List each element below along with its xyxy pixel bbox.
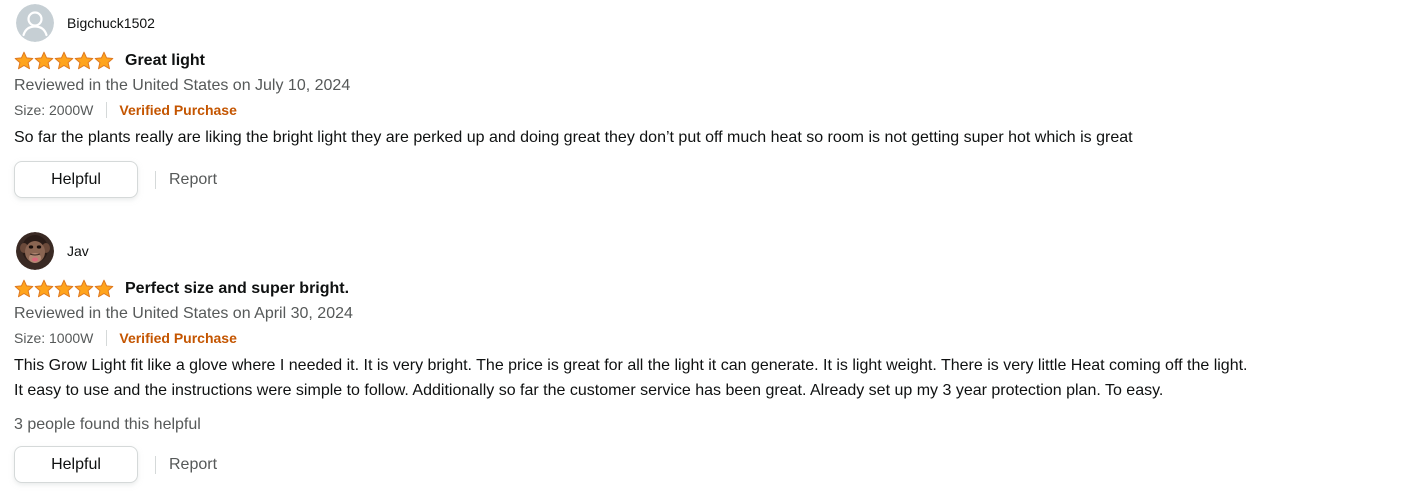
verified-purchase-badge: Verified Purchase bbox=[119, 102, 237, 118]
star-icon bbox=[54, 279, 74, 298]
review-date: Reviewed in the United States on April 3… bbox=[14, 305, 353, 322]
helpful-button[interactable]: Helpful bbox=[14, 161, 138, 198]
star-icon bbox=[14, 279, 34, 298]
star-icon bbox=[54, 51, 74, 70]
reviewer-profile[interactable]: Bigchuck1502 bbox=[14, 4, 1414, 42]
size-label[interactable]: Size: 2000W bbox=[14, 102, 93, 118]
review-body-line: So far the plants really are liking the … bbox=[14, 129, 1133, 146]
verified-purchase-badge: Verified Purchase bbox=[119, 330, 237, 346]
star-icon bbox=[34, 279, 54, 298]
reviewer-name[interactable]: Bigchuck1502 bbox=[67, 4, 155, 42]
star-icon bbox=[14, 51, 34, 70]
star-icon bbox=[74, 51, 94, 70]
report-link[interactable]: Report bbox=[169, 171, 217, 189]
star-rating[interactable] bbox=[14, 51, 114, 71]
review-title[interactable]: Great light bbox=[125, 50, 205, 72]
star-rating[interactable] bbox=[14, 279, 114, 299]
review-item: Bigchuck1502 Great light Reviewed in the… bbox=[14, 4, 1414, 198]
reviewer-profile[interactable]: Jav bbox=[14, 232, 1414, 270]
review-actions: Helpful Report bbox=[14, 446, 1414, 483]
report-link[interactable]: Report bbox=[169, 456, 217, 474]
review-body: So far the plants really are liking the … bbox=[14, 125, 1414, 150]
divider bbox=[155, 455, 156, 474]
review-title[interactable]: Perfect size and super bright. bbox=[125, 278, 349, 300]
review-date: Reviewed in the United States on July 10… bbox=[14, 77, 351, 94]
review-item: Jav Perfect size and super bright. Revie… bbox=[14, 232, 1414, 483]
helpful-button[interactable]: Helpful bbox=[14, 446, 138, 483]
star-icon bbox=[74, 279, 94, 298]
review-body: This Grow Light fit like a glove where I… bbox=[14, 353, 1414, 403]
review-body-line: This Grow Light fit like a glove where I… bbox=[14, 357, 1248, 374]
star-icon bbox=[94, 51, 114, 70]
review-format: Size: 1000W Verified Purchase bbox=[14, 328, 1414, 348]
divider bbox=[155, 170, 156, 189]
review-title-row: Perfect size and super bright. bbox=[14, 278, 1414, 300]
review-body-line: It easy to use and the instructions were… bbox=[14, 382, 1164, 399]
default-user-avatar-icon[interactable] bbox=[16, 4, 54, 42]
divider bbox=[106, 102, 108, 118]
review-title-row: Great light bbox=[14, 50, 1414, 72]
review-actions: Helpful Report bbox=[14, 161, 1414, 198]
divider bbox=[106, 330, 108, 346]
star-icon bbox=[34, 51, 54, 70]
reviewer-name[interactable]: Jav bbox=[67, 232, 89, 270]
star-icon bbox=[94, 279, 114, 298]
size-label[interactable]: Size: 1000W bbox=[14, 330, 93, 346]
helpful-count: 3 people found this helpful bbox=[14, 416, 201, 433]
review-format: Size: 2000W Verified Purchase bbox=[14, 100, 1414, 120]
chimpanzee-avatar-icon[interactable] bbox=[16, 232, 54, 270]
